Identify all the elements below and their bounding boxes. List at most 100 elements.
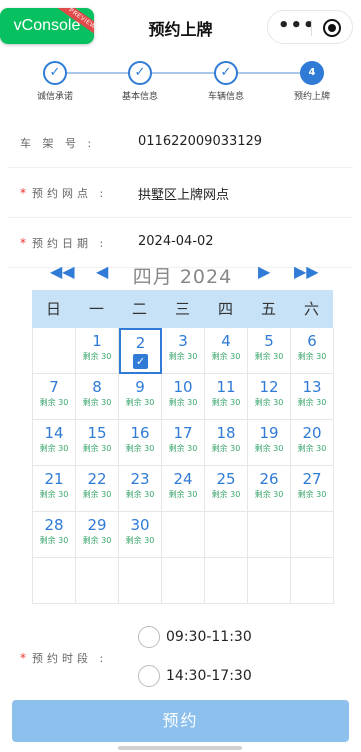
remaining-count: 剩余 30 [211, 352, 241, 361]
remaining-count: 剩余 30 [211, 398, 241, 407]
outlet-label-wrap: * 预约网点 : [20, 185, 107, 201]
more-button[interactable]: ••• [278, 17, 315, 35]
booking-form: 车 架 号 : 011622009033129 * 预约网点 : 拱墅区上牌网点 … [8, 118, 353, 268]
weekday-label: 一 [88, 300, 104, 318]
step-4: 4 预约上牌 [272, 61, 352, 102]
calendar-header: ◀◀ ◀ 四月 2024 ▶ ▶▶ [32, 258, 333, 290]
step-1: ✓ 诚信承诺 [15, 61, 95, 102]
remaining-count: 剩余 30 [125, 398, 155, 407]
calendar-empty-cell [162, 558, 205, 604]
day-number: 15 [87, 424, 107, 442]
calendar-day[interactable]: 9 剩余 30 [119, 374, 162, 420]
calendar-month-year: 四月 2024 [32, 262, 333, 289]
remaining-count: 剩余 30 [211, 490, 241, 499]
calendar: ◀◀ ◀ 四月 2024 ▶ ▶▶ 日 一 二 三 四 五 六 1 剩余 30 2 ✓… [32, 258, 334, 604]
capsule-divider [311, 20, 312, 36]
remaining-count: 剩余 30 [297, 398, 327, 407]
calendar-day[interactable]: 3 剩余 30 [162, 328, 205, 374]
submit-button[interactable]: 预约 [12, 700, 349, 742]
remaining-count: 剩余 30 [297, 352, 327, 361]
calendar-day[interactable]: 17 剩余 30 [162, 420, 205, 466]
remaining-count: 剩余 30 [82, 398, 112, 407]
calendar-day[interactable]: 7 剩余 30 [33, 374, 76, 420]
calendar-day[interactable]: 10 剩余 30 [162, 374, 205, 420]
day-number: 13 [302, 378, 322, 396]
calendar-day[interactable]: 18 剩余 30 [205, 420, 248, 466]
outlet-row[interactable]: * 预约网点 : 拱墅区上牌网点 [8, 168, 353, 218]
calendar-empty-cell [205, 558, 248, 604]
day-number: 2 [135, 334, 146, 352]
calendar-day[interactable]: 8 剩余 30 [76, 374, 119, 420]
day-number: 21 [44, 470, 64, 488]
check-icon: ✓ [128, 61, 152, 85]
date-value[interactable]: 2024-04-02 [138, 234, 214, 249]
timeslot-row: * 预约时段 : 09:30-11:30 14:30-17:30 [8, 618, 353, 688]
calendar-day[interactable]: 2 ✓ [119, 328, 162, 374]
calendar-day[interactable]: 4 剩余 30 [205, 328, 248, 374]
next-month-icon[interactable]: ▶ [258, 262, 270, 281]
calendar-empty-cell [33, 558, 76, 604]
vin-value: 011622009033129 [138, 134, 263, 149]
day-number: 3 [178, 332, 188, 350]
day-number: 1 [92, 332, 102, 350]
calendar-day[interactable]: 21 剩余 30 [33, 466, 76, 512]
close-target-icon[interactable] [323, 19, 341, 37]
calendar-day[interactable]: 15 剩余 30 [76, 420, 119, 466]
step-label: 基本信息 [121, 92, 158, 102]
calendar-empty-cell [119, 558, 162, 604]
vin-label: 车 架 号 : [20, 137, 96, 150]
calendar-day[interactable]: 26 剩余 30 [248, 466, 291, 512]
calendar-day[interactable]: 29 剩余 30 [76, 512, 119, 558]
outlet-value[interactable]: 拱墅区上牌网点 [138, 184, 229, 203]
calendar-day[interactable]: 20 剩余 30 [291, 420, 334, 466]
vin-row: 车 架 号 : 011622009033129 [8, 118, 353, 168]
date-label-wrap: * 预约日期 : [20, 235, 107, 251]
calendar-day[interactable]: 16 剩余 30 [119, 420, 162, 466]
calendar-day[interactable]: 25 剩余 30 [205, 466, 248, 512]
weekday-label: 六 [303, 300, 319, 318]
year-label: 2024 [179, 266, 233, 288]
remaining-count: 剩余 30 [168, 352, 198, 361]
calendar-day[interactable]: 24 剩余 30 [162, 466, 205, 512]
bottom-bar: 预约 [0, 690, 361, 752]
remaining-count: 剩余 30 [125, 444, 155, 453]
calendar-day[interactable]: 12 剩余 30 [248, 374, 291, 420]
remaining-count: 剩余 30 [82, 490, 112, 499]
calendar-day[interactable]: 5 剩余 30 [248, 328, 291, 374]
calendar-empty-cell [205, 512, 248, 558]
radio-button[interactable] [138, 626, 160, 648]
remaining-count: 剩余 30 [297, 490, 327, 499]
day-number: 26 [259, 470, 279, 488]
step-label: 诚信承诺 [36, 92, 73, 102]
miniprogram-capsule: ••• [267, 10, 353, 44]
check-icon: ✓ [214, 61, 238, 85]
calendar-day[interactable]: 6 剩余 30 [291, 328, 334, 374]
remaining-count: 剩余 30 [125, 536, 155, 545]
calendar-day[interactable]: 13 剩余 30 [291, 374, 334, 420]
calendar-day[interactable]: 11 剩余 30 [205, 374, 248, 420]
calendar-day[interactable]: 1 剩余 30 [76, 328, 119, 374]
calendar-day[interactable]: 23 剩余 30 [119, 466, 162, 512]
calendar-day[interactable]: 30 剩余 30 [119, 512, 162, 558]
next-year-icon[interactable]: ▶▶ [294, 262, 319, 281]
calendar-empty-cell [76, 558, 119, 604]
remaining-count: 剩余 30 [168, 490, 198, 499]
calendar-day[interactable]: 28 剩余 30 [33, 512, 76, 558]
remaining-count: 剩余 30 [39, 444, 69, 453]
day-number: 10 [173, 378, 193, 396]
radio-button[interactable] [138, 665, 160, 687]
calendar-day[interactable]: 14 剩余 30 [33, 420, 76, 466]
calendar-day[interactable]: 22 剩余 30 [76, 466, 119, 512]
timeslot-label: 预约时段 : [32, 652, 108, 665]
remaining-count: 剩余 30 [39, 536, 69, 545]
calendar-day[interactable]: 27 剩余 30 [291, 466, 334, 512]
remaining-count: 剩余 30 [82, 536, 112, 545]
calendar-empty-cell [291, 558, 334, 604]
day-number: 5 [264, 332, 274, 350]
day-number: 16 [130, 424, 150, 442]
weekday-label: 三 [174, 300, 190, 318]
remaining-count: 剩余 30 [82, 352, 112, 361]
day-number: 19 [259, 424, 279, 442]
day-number: 8 [92, 378, 102, 396]
calendar-day[interactable]: 19 剩余 30 [248, 420, 291, 466]
